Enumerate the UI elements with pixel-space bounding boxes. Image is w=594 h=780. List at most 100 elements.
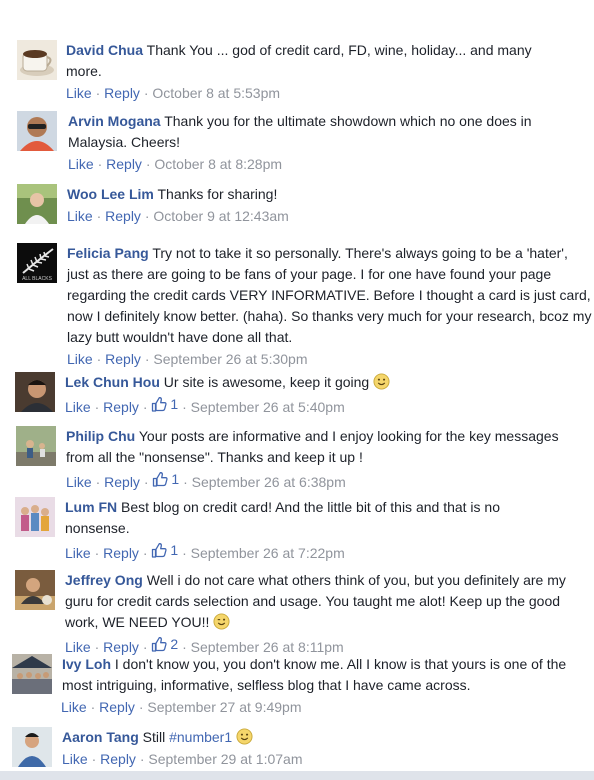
comment-actions: Like · Reply · October 8 at 5:53pm bbox=[66, 83, 566, 104]
reply-link[interactable]: Reply bbox=[103, 639, 139, 655]
like-link[interactable]: Like bbox=[68, 156, 94, 172]
man-portrait-icon bbox=[15, 372, 55, 412]
timestamp[interactable]: September 26 at 8:11pm bbox=[191, 639, 344, 655]
reply-link[interactable]: Reply bbox=[104, 474, 140, 490]
reply-link[interactable]: Reply bbox=[103, 399, 139, 415]
coffee-cup-icon bbox=[17, 40, 57, 80]
author-name[interactable]: Aaron Tang bbox=[62, 729, 139, 745]
timestamp[interactable]: September 29 at 1:07am bbox=[148, 751, 302, 767]
author-name[interactable]: Jeffrey Ong bbox=[65, 572, 143, 588]
comment-body: Lum FN Best blog on credit card! And the… bbox=[65, 497, 565, 564]
woman-outdoors-icon bbox=[17, 184, 57, 224]
thumbs-up-icon bbox=[152, 543, 167, 558]
like-count[interactable]: 1 bbox=[151, 540, 178, 561]
reply-link[interactable]: Reply bbox=[105, 351, 141, 367]
timestamp[interactable]: September 26 at 5:30pm bbox=[153, 351, 307, 367]
avatar[interactable] bbox=[17, 111, 57, 151]
comment-text: Best blog on credit card! And the little… bbox=[65, 499, 501, 536]
reply-link[interactable]: Reply bbox=[104, 85, 140, 101]
reply-link[interactable]: Reply bbox=[99, 699, 135, 715]
separator: · bbox=[94, 399, 100, 415]
comment-actions: Like · Reply · October 8 at 8:28pm bbox=[68, 154, 568, 175]
like-link[interactable]: Like bbox=[66, 474, 92, 490]
comment-body: Woo Lee Lim Thanks for sharing! Like · R… bbox=[67, 184, 567, 227]
like-count[interactable]: 1 bbox=[152, 469, 179, 490]
like-link[interactable]: Like bbox=[67, 351, 93, 367]
comment-actions: Like · Reply · September 26 at 5:30pm bbox=[67, 349, 592, 370]
avatar[interactable] bbox=[17, 184, 57, 224]
reply-link[interactable]: Reply bbox=[103, 545, 139, 561]
crowd-tent-icon bbox=[12, 654, 52, 694]
author-name[interactable]: David Chua bbox=[66, 42, 143, 58]
author-name[interactable]: Ivy Loh bbox=[62, 656, 111, 672]
timestamp[interactable]: September 27 at 9:49pm bbox=[147, 699, 301, 715]
like-link[interactable]: Like bbox=[65, 545, 91, 561]
comment-actions: Like · Reply · October 9 at 12:43am bbox=[67, 206, 567, 227]
avatar[interactable]: ALL BLACKS bbox=[17, 243, 57, 283]
timestamp[interactable]: October 8 at 8:28pm bbox=[154, 156, 282, 172]
timestamp[interactable]: October 9 at 12:43am bbox=[153, 208, 288, 224]
reply-link[interactable]: Reply bbox=[105, 208, 141, 224]
avatar[interactable] bbox=[15, 497, 55, 537]
separator: · bbox=[144, 351, 150, 367]
like-link[interactable]: Like bbox=[61, 699, 87, 715]
author-name[interactable]: Felicia Pang bbox=[67, 245, 149, 261]
avatar[interactable] bbox=[12, 654, 52, 694]
svg-text:ALL BLACKS: ALL BLACKS bbox=[22, 276, 52, 282]
author-name[interactable]: Philip Chu bbox=[66, 428, 135, 444]
separator: · bbox=[142, 399, 148, 415]
avatar[interactable] bbox=[16, 426, 56, 466]
like-link[interactable]: Like bbox=[62, 751, 88, 767]
smiley-emoji-icon bbox=[373, 373, 390, 390]
timestamp[interactable]: October 8 at 5:53pm bbox=[152, 85, 280, 101]
separator: · bbox=[182, 545, 187, 561]
hashtag-link[interactable]: #number1 bbox=[169, 729, 232, 745]
author-name[interactable]: Lum FN bbox=[65, 499, 117, 515]
separator: · bbox=[143, 85, 149, 101]
avatar[interactable] bbox=[17, 40, 57, 80]
timestamp[interactable]: September 26 at 5:40pm bbox=[191, 399, 345, 415]
like-count-value: 1 bbox=[170, 542, 179, 558]
like-link[interactable]: Like bbox=[66, 85, 92, 101]
wink-emoji-icon bbox=[213, 613, 230, 630]
separator: · bbox=[91, 751, 97, 767]
reply-link[interactable]: Reply bbox=[106, 156, 142, 172]
timestamp[interactable]: September 26 at 6:38pm bbox=[192, 474, 346, 490]
separator: · bbox=[144, 208, 150, 224]
group-photo-icon bbox=[15, 497, 55, 537]
cropped-next-comment bbox=[0, 771, 594, 780]
separator: · bbox=[142, 545, 148, 561]
separator: · bbox=[145, 156, 151, 172]
like-link[interactable]: Like bbox=[65, 399, 91, 415]
like-count-value: 2 bbox=[170, 636, 179, 652]
like-count[interactable]: 1 bbox=[151, 394, 178, 415]
avatar[interactable] bbox=[15, 570, 55, 610]
comment-actions: Like · Reply · September 29 at 1:07am bbox=[62, 749, 587, 770]
separator: · bbox=[94, 545, 100, 561]
like-count[interactable]: 2 bbox=[151, 634, 178, 655]
thumbs-up-icon bbox=[152, 397, 167, 412]
comment-body: Felicia Pang Try not to take it so perso… bbox=[67, 243, 592, 370]
separator: · bbox=[182, 639, 187, 655]
timestamp[interactable]: September 26 at 7:22pm bbox=[191, 545, 345, 561]
like-link[interactable]: Like bbox=[65, 639, 91, 655]
separator: · bbox=[90, 699, 96, 715]
separator: · bbox=[96, 208, 102, 224]
author-name[interactable]: Woo Lee Lim bbox=[67, 186, 154, 202]
separator: · bbox=[139, 751, 145, 767]
comment-body: Lek Chun Hou Ur site is awesome, keep it… bbox=[65, 372, 585, 418]
author-name[interactable]: Lek Chun Hou bbox=[65, 374, 160, 390]
comment-actions: Like · Reply · 1 · September 26 at 6:38p… bbox=[66, 469, 586, 493]
comment-text: Still bbox=[142, 729, 166, 745]
avatar[interactable] bbox=[15, 372, 55, 412]
comment-body: Philip Chu Your posts are informative an… bbox=[66, 426, 586, 493]
avatar[interactable] bbox=[12, 727, 52, 767]
separator: · bbox=[95, 474, 101, 490]
author-name[interactable]: Arvin Mogana bbox=[68, 113, 161, 129]
reply-link[interactable]: Reply bbox=[100, 751, 136, 767]
separator: · bbox=[183, 474, 188, 490]
separator: · bbox=[95, 85, 101, 101]
separator: · bbox=[96, 351, 102, 367]
like-link[interactable]: Like bbox=[67, 208, 93, 224]
comment-text: Thanks for sharing! bbox=[157, 186, 278, 202]
